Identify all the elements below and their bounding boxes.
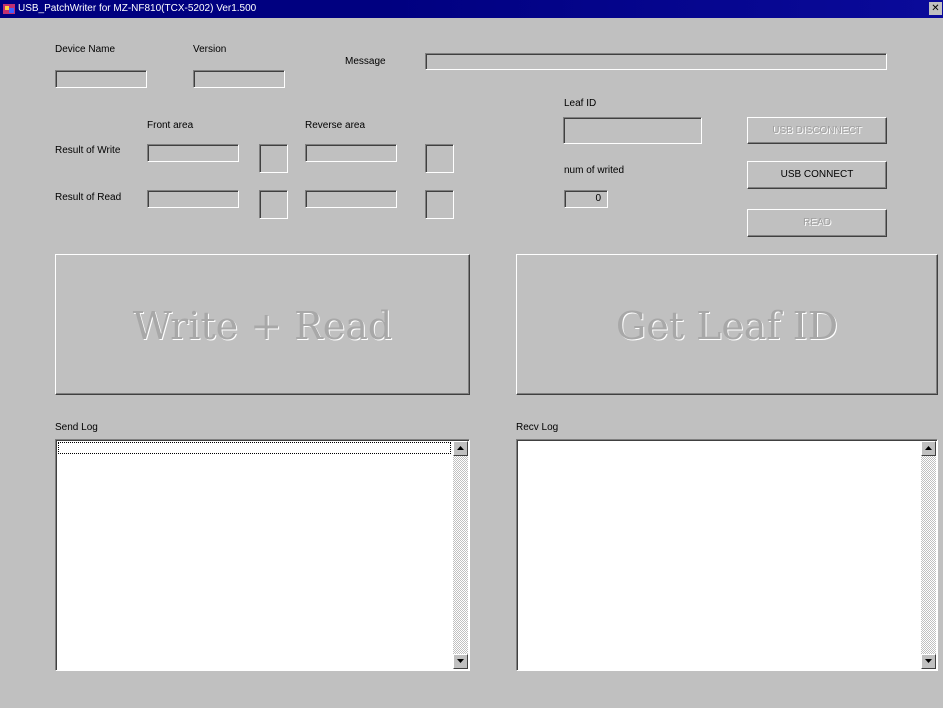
usb-disconnect-label: USB DISCONNECT [772, 125, 862, 136]
selection-focus-line [58, 442, 451, 454]
get-leaf-id-button[interactable]: Get Leaf ID [516, 254, 938, 395]
read-reverse-status-box [425, 190, 454, 219]
app-icon [3, 4, 15, 14]
result-of-write-label: Result of Write [55, 145, 121, 156]
write-read-button[interactable]: Write + Read [55, 254, 470, 395]
read-reverse-field[interactable] [305, 190, 397, 208]
num-of-writed-label: num of writed [564, 165, 625, 176]
result-of-read-label: Result of Read [55, 192, 122, 203]
message-field[interactable] [425, 53, 887, 70]
scroll-down-arrow-icon[interactable] [921, 654, 936, 669]
device-name-label: Device Name [55, 44, 116, 55]
read-front-field[interactable] [147, 190, 239, 208]
usb-connect-button[interactable]: USB CONNECT [747, 161, 887, 189]
usb-connect-label: USB CONNECT [780, 169, 854, 180]
read-front-status-box [259, 190, 288, 219]
title-bar[interactable]: USB_PatchWriter for MZ-NF810(TCX-5202) V… [0, 0, 943, 18]
write-front-field[interactable] [147, 144, 239, 162]
leaf-id-field[interactable] [563, 117, 702, 144]
scroll-up-arrow-icon[interactable] [453, 441, 468, 456]
num-of-writed-field[interactable]: 0 [564, 190, 608, 208]
write-read-label: Write + Read [132, 304, 393, 348]
send-log-label: Send Log [55, 422, 98, 433]
recv-log-label: Recv Log [516, 422, 559, 433]
usb-disconnect-button[interactable]: USB DISCONNECT [747, 117, 887, 144]
get-leaf-id-label: Get Leaf ID [615, 304, 839, 348]
message-label: Message [345, 56, 386, 67]
device-name-field[interactable] [55, 70, 147, 88]
write-reverse-status-box [425, 144, 454, 173]
write-reverse-field[interactable] [305, 144, 397, 162]
window-title: USB_PatchWriter for MZ-NF810(TCX-5202) V… [18, 3, 257, 14]
version-field[interactable] [193, 70, 285, 88]
recv-log-scrollbar[interactable] [921, 441, 936, 669]
read-button[interactable]: READ [747, 209, 887, 237]
leaf-id-label: Leaf ID [564, 98, 597, 109]
send-log-box[interactable] [55, 439, 470, 671]
read-label: READ [803, 217, 831, 228]
reverse-area-label: Reverse area [305, 120, 366, 131]
version-label: Version [193, 44, 227, 55]
recv-log-box[interactable] [516, 439, 938, 671]
scroll-down-arrow-icon[interactable] [453, 654, 468, 669]
close-icon[interactable]: ✕ [929, 2, 942, 15]
send-log-scrollbar[interactable] [453, 441, 468, 669]
write-front-status-box [259, 144, 288, 173]
scroll-up-arrow-icon[interactable] [921, 441, 936, 456]
front-area-label: Front area [147, 120, 194, 131]
